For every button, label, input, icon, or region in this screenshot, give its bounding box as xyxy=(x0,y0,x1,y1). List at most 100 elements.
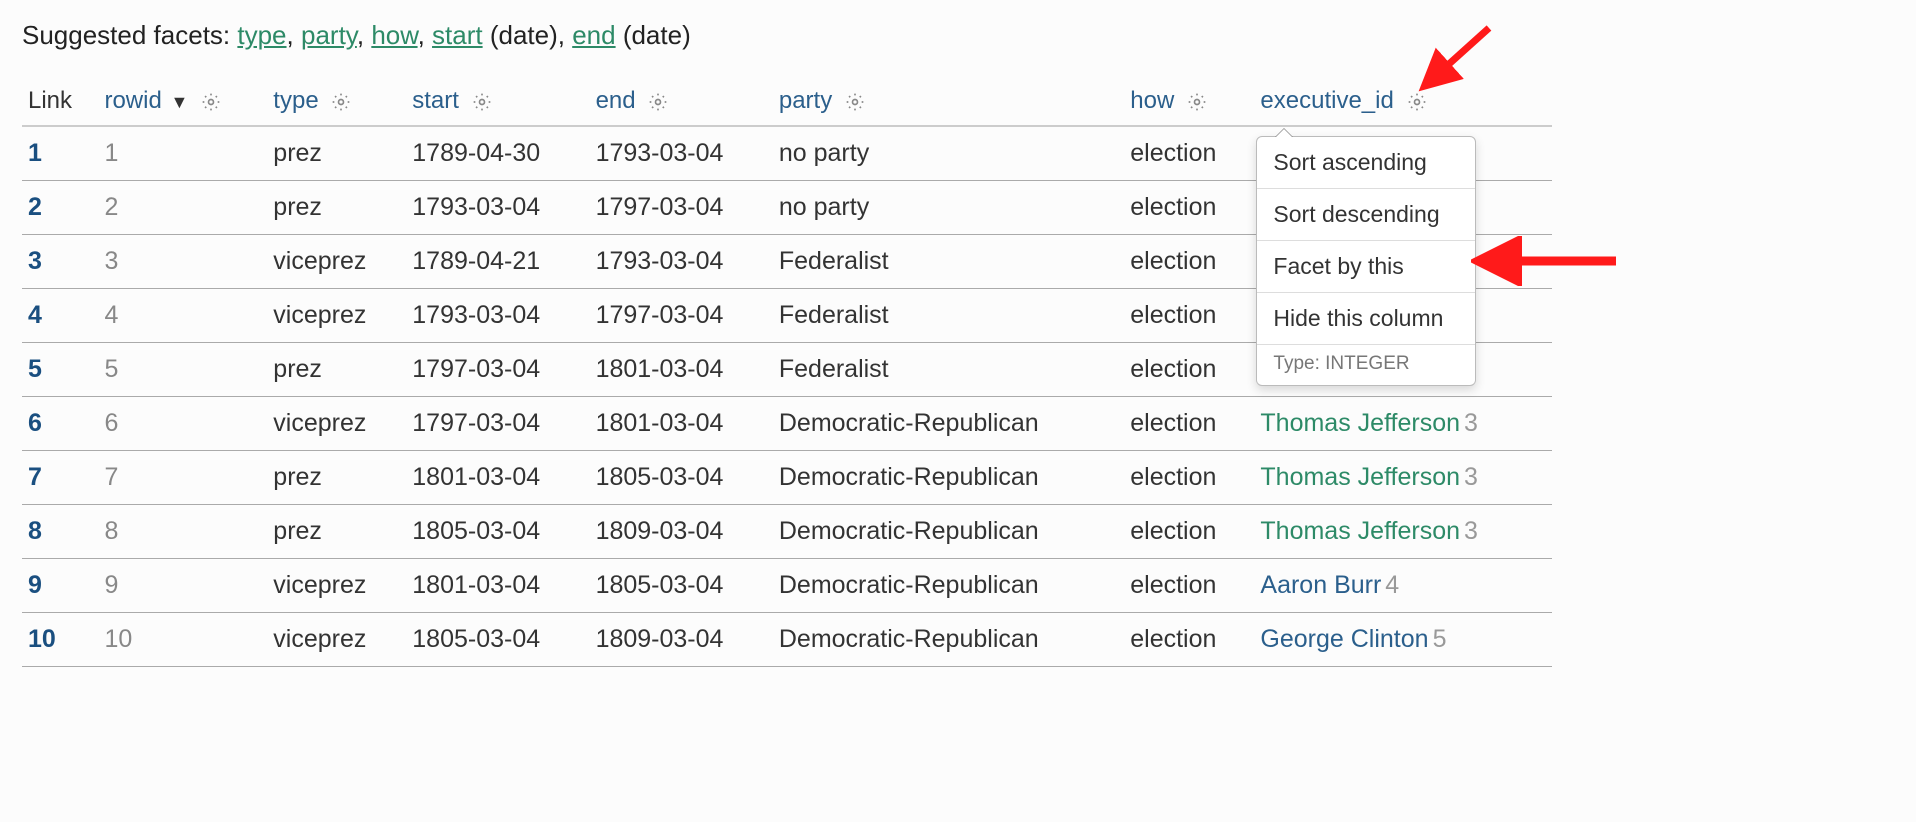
cell-type: prez xyxy=(267,451,406,505)
executive-link[interactable]: Aaron Burr4 xyxy=(1260,571,1399,599)
cell-rowid: 2 xyxy=(98,181,267,235)
cell-start: 1805-03-04 xyxy=(406,613,589,667)
facet-link-how[interactable]: how xyxy=(371,20,417,50)
cell-start: 1805-03-04 xyxy=(406,505,589,559)
row-link[interactable]: 9 xyxy=(28,571,42,599)
cell-link: 1 xyxy=(22,126,98,181)
cell-end: 1809-03-04 xyxy=(590,613,773,667)
cell-executive-id: Thomas Jefferson3 xyxy=(1254,397,1552,451)
cell-party: Democratic-Republican xyxy=(773,559,1124,613)
cell-start: 1789-04-30 xyxy=(406,126,589,181)
gear-icon[interactable] xyxy=(845,92,865,112)
column-label[interactable]: type xyxy=(273,87,318,114)
row-link[interactable]: 5 xyxy=(28,355,42,383)
row-link[interactable]: 4 xyxy=(28,301,42,329)
table-row: 66viceprez1797-03-041801-03-04Democratic… xyxy=(22,397,1552,451)
menu-facet-by-this[interactable]: Facet by this xyxy=(1257,241,1475,293)
cell-party: Democratic-Republican xyxy=(773,505,1124,559)
column-label[interactable]: party xyxy=(779,87,832,114)
cell-how: election xyxy=(1124,126,1254,181)
cell-end: 1805-03-04 xyxy=(590,559,773,613)
column-header-party[interactable]: party xyxy=(773,79,1124,126)
cell-party: Federalist xyxy=(773,235,1124,289)
executive-link[interactable]: Thomas Jefferson3 xyxy=(1260,517,1478,545)
gear-icon[interactable] xyxy=(1407,92,1427,112)
column-header-executive-id[interactable]: executive_id xyxy=(1254,79,1552,126)
cell-rowid: 4 xyxy=(98,289,267,343)
cell-link: 6 xyxy=(22,397,98,451)
cell-start: 1801-03-04 xyxy=(406,451,589,505)
cell-type: viceprez xyxy=(267,235,406,289)
cell-link: 3 xyxy=(22,235,98,289)
cell-executive-id: Thomas Jefferson3 xyxy=(1254,451,1552,505)
cell-executive-id: George Clinton5 xyxy=(1254,613,1552,667)
row-link[interactable]: 10 xyxy=(28,625,56,653)
column-header-link: Link xyxy=(22,79,98,126)
menu-sort-ascending[interactable]: Sort ascending xyxy=(1257,137,1475,189)
facet-link-type[interactable]: type xyxy=(237,20,286,50)
column-label[interactable]: rowid xyxy=(104,87,161,114)
facet-link-end[interactable]: end xyxy=(572,20,615,50)
gear-icon[interactable] xyxy=(331,92,351,112)
cell-link: 7 xyxy=(22,451,98,505)
cell-rowid: 9 xyxy=(98,559,267,613)
row-link[interactable]: 8 xyxy=(28,517,42,545)
column-label[interactable]: how xyxy=(1130,87,1174,114)
cell-party: Democratic-Republican xyxy=(773,397,1124,451)
cell-link: 8 xyxy=(22,505,98,559)
cell-type: viceprez xyxy=(267,559,406,613)
cell-party: no party xyxy=(773,126,1124,181)
table-header-row: Link rowid ▼ type start end party xyxy=(22,79,1552,126)
facet-link-start[interactable]: start xyxy=(432,20,483,50)
row-link[interactable]: 1 xyxy=(28,139,42,167)
gear-icon[interactable] xyxy=(1187,92,1207,112)
cell-end: 1801-03-04 xyxy=(590,397,773,451)
cell-start: 1793-03-04 xyxy=(406,289,589,343)
column-label[interactable]: executive_id xyxy=(1260,87,1393,114)
cell-rowid: 6 xyxy=(98,397,267,451)
column-label: Link xyxy=(28,87,72,114)
row-link[interactable]: 2 xyxy=(28,193,42,221)
table-row: 88prez1805-03-041809-03-04Democratic-Rep… xyxy=(22,505,1552,559)
cell-party: Democratic-Republican xyxy=(773,613,1124,667)
cell-how: election xyxy=(1124,343,1254,397)
column-header-end[interactable]: end xyxy=(590,79,773,126)
cell-how: election xyxy=(1124,181,1254,235)
row-link[interactable]: 7 xyxy=(28,463,42,491)
column-header-type[interactable]: type xyxy=(267,79,406,126)
executive-link[interactable]: Thomas Jefferson3 xyxy=(1260,409,1478,437)
column-header-rowid[interactable]: rowid ▼ xyxy=(98,79,267,126)
cell-type: prez xyxy=(267,181,406,235)
cell-link: 10 xyxy=(22,613,98,667)
column-header-start[interactable]: start xyxy=(406,79,589,126)
facet-link-party[interactable]: party xyxy=(301,20,357,50)
cell-how: election xyxy=(1124,235,1254,289)
table-row: 99viceprez1801-03-041805-03-04Democratic… xyxy=(22,559,1552,613)
row-link[interactable]: 3 xyxy=(28,247,42,275)
cell-type: viceprez xyxy=(267,397,406,451)
executive-link[interactable]: Thomas Jefferson3 xyxy=(1260,463,1478,491)
column-label[interactable]: end xyxy=(596,87,636,114)
cell-end: 1809-03-04 xyxy=(590,505,773,559)
cell-link: 2 xyxy=(22,181,98,235)
column-label[interactable]: start xyxy=(412,87,459,114)
cell-executive-id: Aaron Burr4 xyxy=(1254,559,1552,613)
cell-link: 9 xyxy=(22,559,98,613)
menu-hide-this-column[interactable]: Hide this column xyxy=(1257,293,1475,345)
cell-start: 1789-04-21 xyxy=(406,235,589,289)
cell-type: viceprez xyxy=(267,289,406,343)
menu-column-type: Type: INTEGER xyxy=(1257,345,1475,385)
cell-end: 1801-03-04 xyxy=(590,343,773,397)
cell-link: 4 xyxy=(22,289,98,343)
cell-how: election xyxy=(1124,289,1254,343)
gear-icon[interactable] xyxy=(648,92,668,112)
cell-end: 1793-03-04 xyxy=(590,235,773,289)
menu-sort-descending[interactable]: Sort descending xyxy=(1257,189,1475,241)
row-link[interactable]: 6 xyxy=(28,409,42,437)
column-header-how[interactable]: how xyxy=(1124,79,1254,126)
gear-icon[interactable] xyxy=(201,92,221,112)
executive-link[interactable]: George Clinton5 xyxy=(1260,625,1446,653)
cell-type: prez xyxy=(267,126,406,181)
gear-icon[interactable] xyxy=(472,92,492,112)
cell-start: 1797-03-04 xyxy=(406,397,589,451)
